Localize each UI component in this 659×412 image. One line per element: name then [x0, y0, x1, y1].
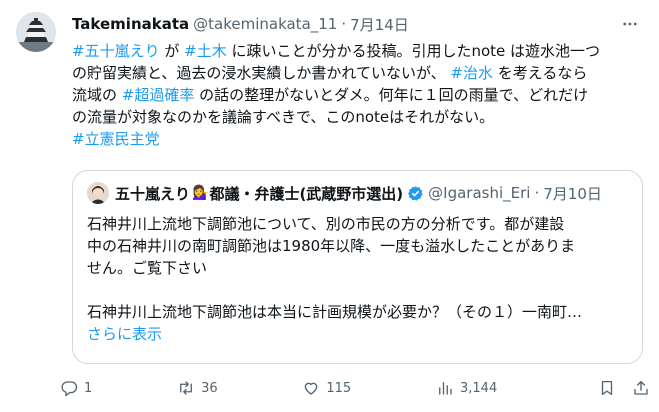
quoted-text-line: 石神井川上流地下調節池について、別の市民の方の分析です。都が建設 [87, 215, 565, 233]
tweet-text-line: #五十嵐えり が #土木 に疎いことが分かる投稿。引用したnote は遊水池一つ [72, 40, 642, 62]
like-button[interactable]: 115 [302, 376, 351, 400]
quoted-author-name[interactable]: 五十嵐えり [115, 183, 190, 204]
tweet-text-line: #立憲民主党 [72, 128, 642, 150]
quoted-tweet-date[interactable]: 7月10日 [543, 183, 602, 204]
verified-badge-icon [408, 185, 423, 201]
views-count: 3,144 [460, 380, 498, 396]
more-horizontal-icon [623, 22, 637, 26]
reply-icon [61, 381, 78, 397]
bookmark-icon [601, 380, 613, 396]
tweet-text-run: の貯留実績と、過去の浸水実績しか書かれていないが、 [72, 64, 451, 82]
hashtag-link[interactable]: #超過確率 [122, 86, 195, 104]
quoted-text-line: せん。ご覧下さい [87, 259, 208, 277]
secondary-actions [582, 376, 650, 400]
tweet-text-run: が [159, 42, 185, 60]
hashtag-link[interactable]: #治水 [450, 64, 493, 82]
quoted-text-blank-line [87, 279, 633, 301]
bookmark-button[interactable] [598, 376, 616, 400]
hashtag-link[interactable]: #立憲民主党 [72, 130, 160, 148]
reply-button[interactable]: 1 [60, 376, 92, 400]
tweet-date[interactable]: 7月14日 [350, 14, 409, 35]
avatar[interactable] [16, 12, 56, 52]
tweet-header: Takeminakata @takeminakata_11 · 7月14日 [72, 13, 643, 35]
quoted-author-avatar[interactable] [87, 182, 109, 204]
heart-icon [305, 382, 318, 395]
retweet-icon [180, 381, 192, 395]
hashtag-link[interactable]: #土木 [184, 42, 227, 60]
tweet[interactable]: Takeminakata @takeminakata_11 · 7月14日 #五… [0, 0, 659, 412]
share-icon [634, 380, 648, 395]
share-button[interactable] [632, 376, 650, 400]
person-tipping-hand-emoji: 💁‍♀️ [192, 185, 210, 201]
tweet-text-run: を考えるなら [493, 64, 588, 82]
retweet-button[interactable]: 36 [177, 376, 218, 400]
views-button[interactable]: 3,144 [436, 376, 497, 400]
tweet-text: #五十嵐えり が #土木 に疎いことが分かる投稿。引用したnote は遊水池一つ… [72, 40, 642, 150]
retweet-count: 36 [201, 380, 218, 396]
views-bar-chart-icon [439, 382, 452, 395]
tweet-text-run: の話の整理がないとダメ。何年に１回の雨量で、どれだけ [194, 86, 589, 104]
author-handle[interactable]: @takeminakata_11 [193, 15, 337, 33]
quoted-tweet-text: 石神井川上流地下調節池について、別の市民の方の分析です。都が建設 中の石神井川の… [87, 213, 633, 345]
quoted-separator-dot: · [534, 184, 540, 202]
castle-avatar-image [16, 12, 56, 52]
quoted-avatar-image [87, 182, 109, 204]
separator-dot: · [341, 15, 347, 33]
tweet-text-run: 流域の [72, 86, 122, 104]
like-count: 115 [326, 380, 352, 396]
tweet-text-line: の貯留実績と、過去の浸水実績しか書かれていないが、 #治水 を考えるなら [72, 62, 642, 84]
tweet-text-line: の流量が対象なのかを議論すべきで、このnoteはそれがない。 [72, 106, 642, 128]
quoted-author-title[interactable]: 都議・弁護士(武蔵野市選出) [209, 183, 403, 204]
author-display-name[interactable]: Takeminakata [72, 15, 189, 33]
reply-count: 1 [84, 380, 93, 396]
more-button[interactable] [617, 11, 643, 37]
quoted-text-line: 中の石神井川の南町調節池は1980年以降、一度も溢水したことがありま [87, 237, 576, 255]
quoted-tweet-header: 五十嵐えり 💁‍♀️ 都議・弁護士(武蔵野市選出) @Igarashi_Eri … [87, 182, 628, 204]
quoted-author-handle[interactable]: @Igarashi_Eri [428, 184, 530, 202]
show-more-link[interactable]: さらに表示 [87, 323, 633, 345]
tweet-text-run: に疎いことが分かる投稿。引用したnote は遊水池一つ [226, 42, 601, 60]
quoted-tweet[interactable]: 五十嵐えり 💁‍♀️ 都議・弁護士(武蔵野市選出) @Igarashi_Eri … [72, 170, 643, 364]
hashtag-link[interactable]: #五十嵐えり [72, 42, 160, 60]
tweet-text-run: の流量が対象なのかを議論すべきで、このnoteはそれがない。 [72, 108, 495, 126]
quoted-text-line: 石神井川上流地下調節池は本当に計画規模が必要か？（その１）一南町… [87, 303, 583, 321]
tweet-actions-bar: 1 36 115 3,144 [60, 376, 650, 400]
tweet-text-line: 流域の #超過確率 の話の整理がないとダメ。何年に１回の雨量で、どれだけ [72, 84, 642, 106]
